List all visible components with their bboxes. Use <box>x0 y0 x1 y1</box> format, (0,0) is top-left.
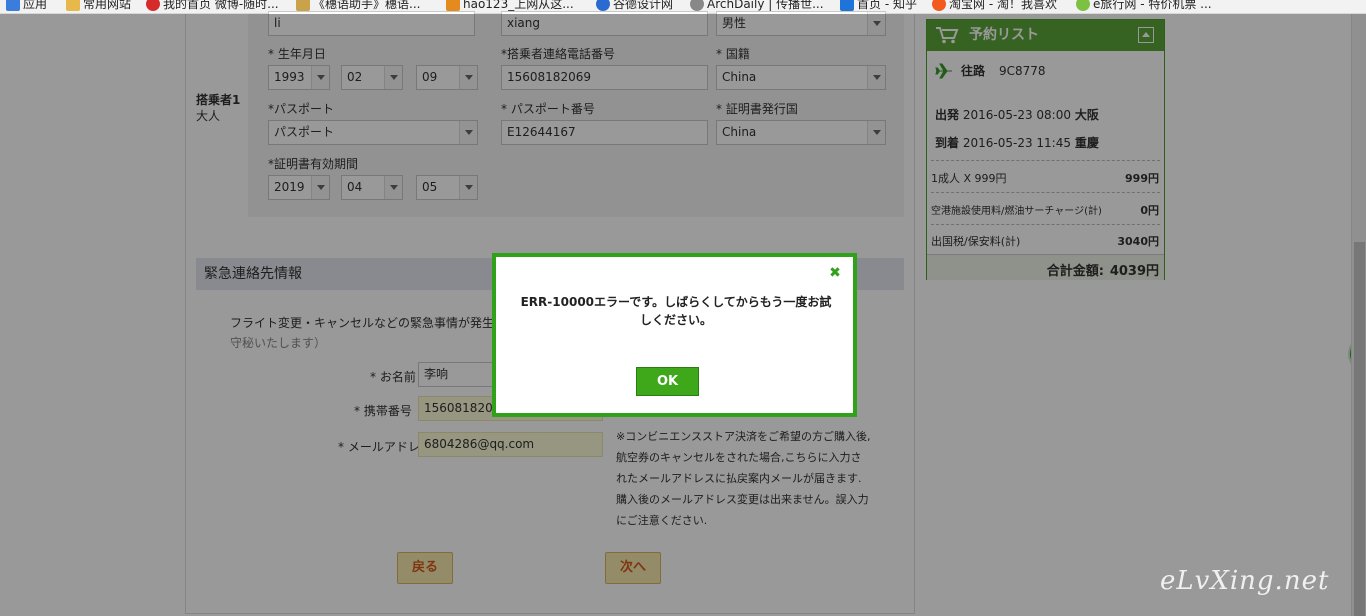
zhihu-icon <box>840 0 854 11</box>
folder-icon <box>66 0 80 11</box>
bookmark-apps[interactable]: 应用 <box>6 0 47 12</box>
bookmark-taobao[interactable]: 淘宝网 - 淘！我喜欢 <box>932 0 1057 12</box>
archdaily-icon <box>690 0 704 11</box>
taobao-icon <box>932 0 946 11</box>
hao123-icon <box>446 0 460 11</box>
weibo-icon <box>146 0 160 11</box>
error-message: ERR-10000エラーです。しばらくしてからもう一度お試しください。 <box>520 295 832 327</box>
bookmark-weibo[interactable]: 我的首页 微博-随时... <box>146 0 279 12</box>
globe-icon <box>596 0 610 11</box>
bookmark-folder[interactable]: 常用网站 <box>66 0 131 12</box>
pocket-icon <box>296 0 310 11</box>
apps-icon <box>6 0 20 11</box>
watermark: eLvXing.net <box>1160 566 1330 596</box>
elvxing-icon <box>1076 0 1090 11</box>
close-icon[interactable]: ✖ <box>829 266 841 280</box>
bookmark-elvxing[interactable]: e旅行网 - 特价机票 ... <box>1076 0 1212 12</box>
error-dialog: ✖ ERR-10000エラーです。しばらくしてからもう一度お試しください。 OK <box>492 253 857 417</box>
ok-button[interactable]: OK <box>636 367 699 396</box>
